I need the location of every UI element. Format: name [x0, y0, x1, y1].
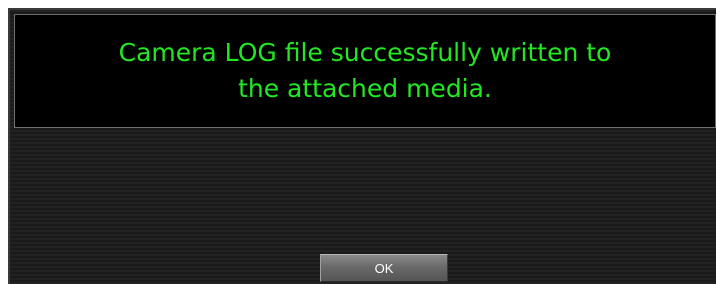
- log-written-dialog: Camera LOG file successfully written to …: [8, 8, 716, 284]
- ok-button[interactable]: OK: [320, 254, 448, 282]
- message-line-2: the attached media.: [238, 74, 492, 103]
- message-line-1: Camera LOG file successfully written to: [118, 38, 612, 67]
- message-panel: Camera LOG file successfully written to …: [14, 14, 716, 128]
